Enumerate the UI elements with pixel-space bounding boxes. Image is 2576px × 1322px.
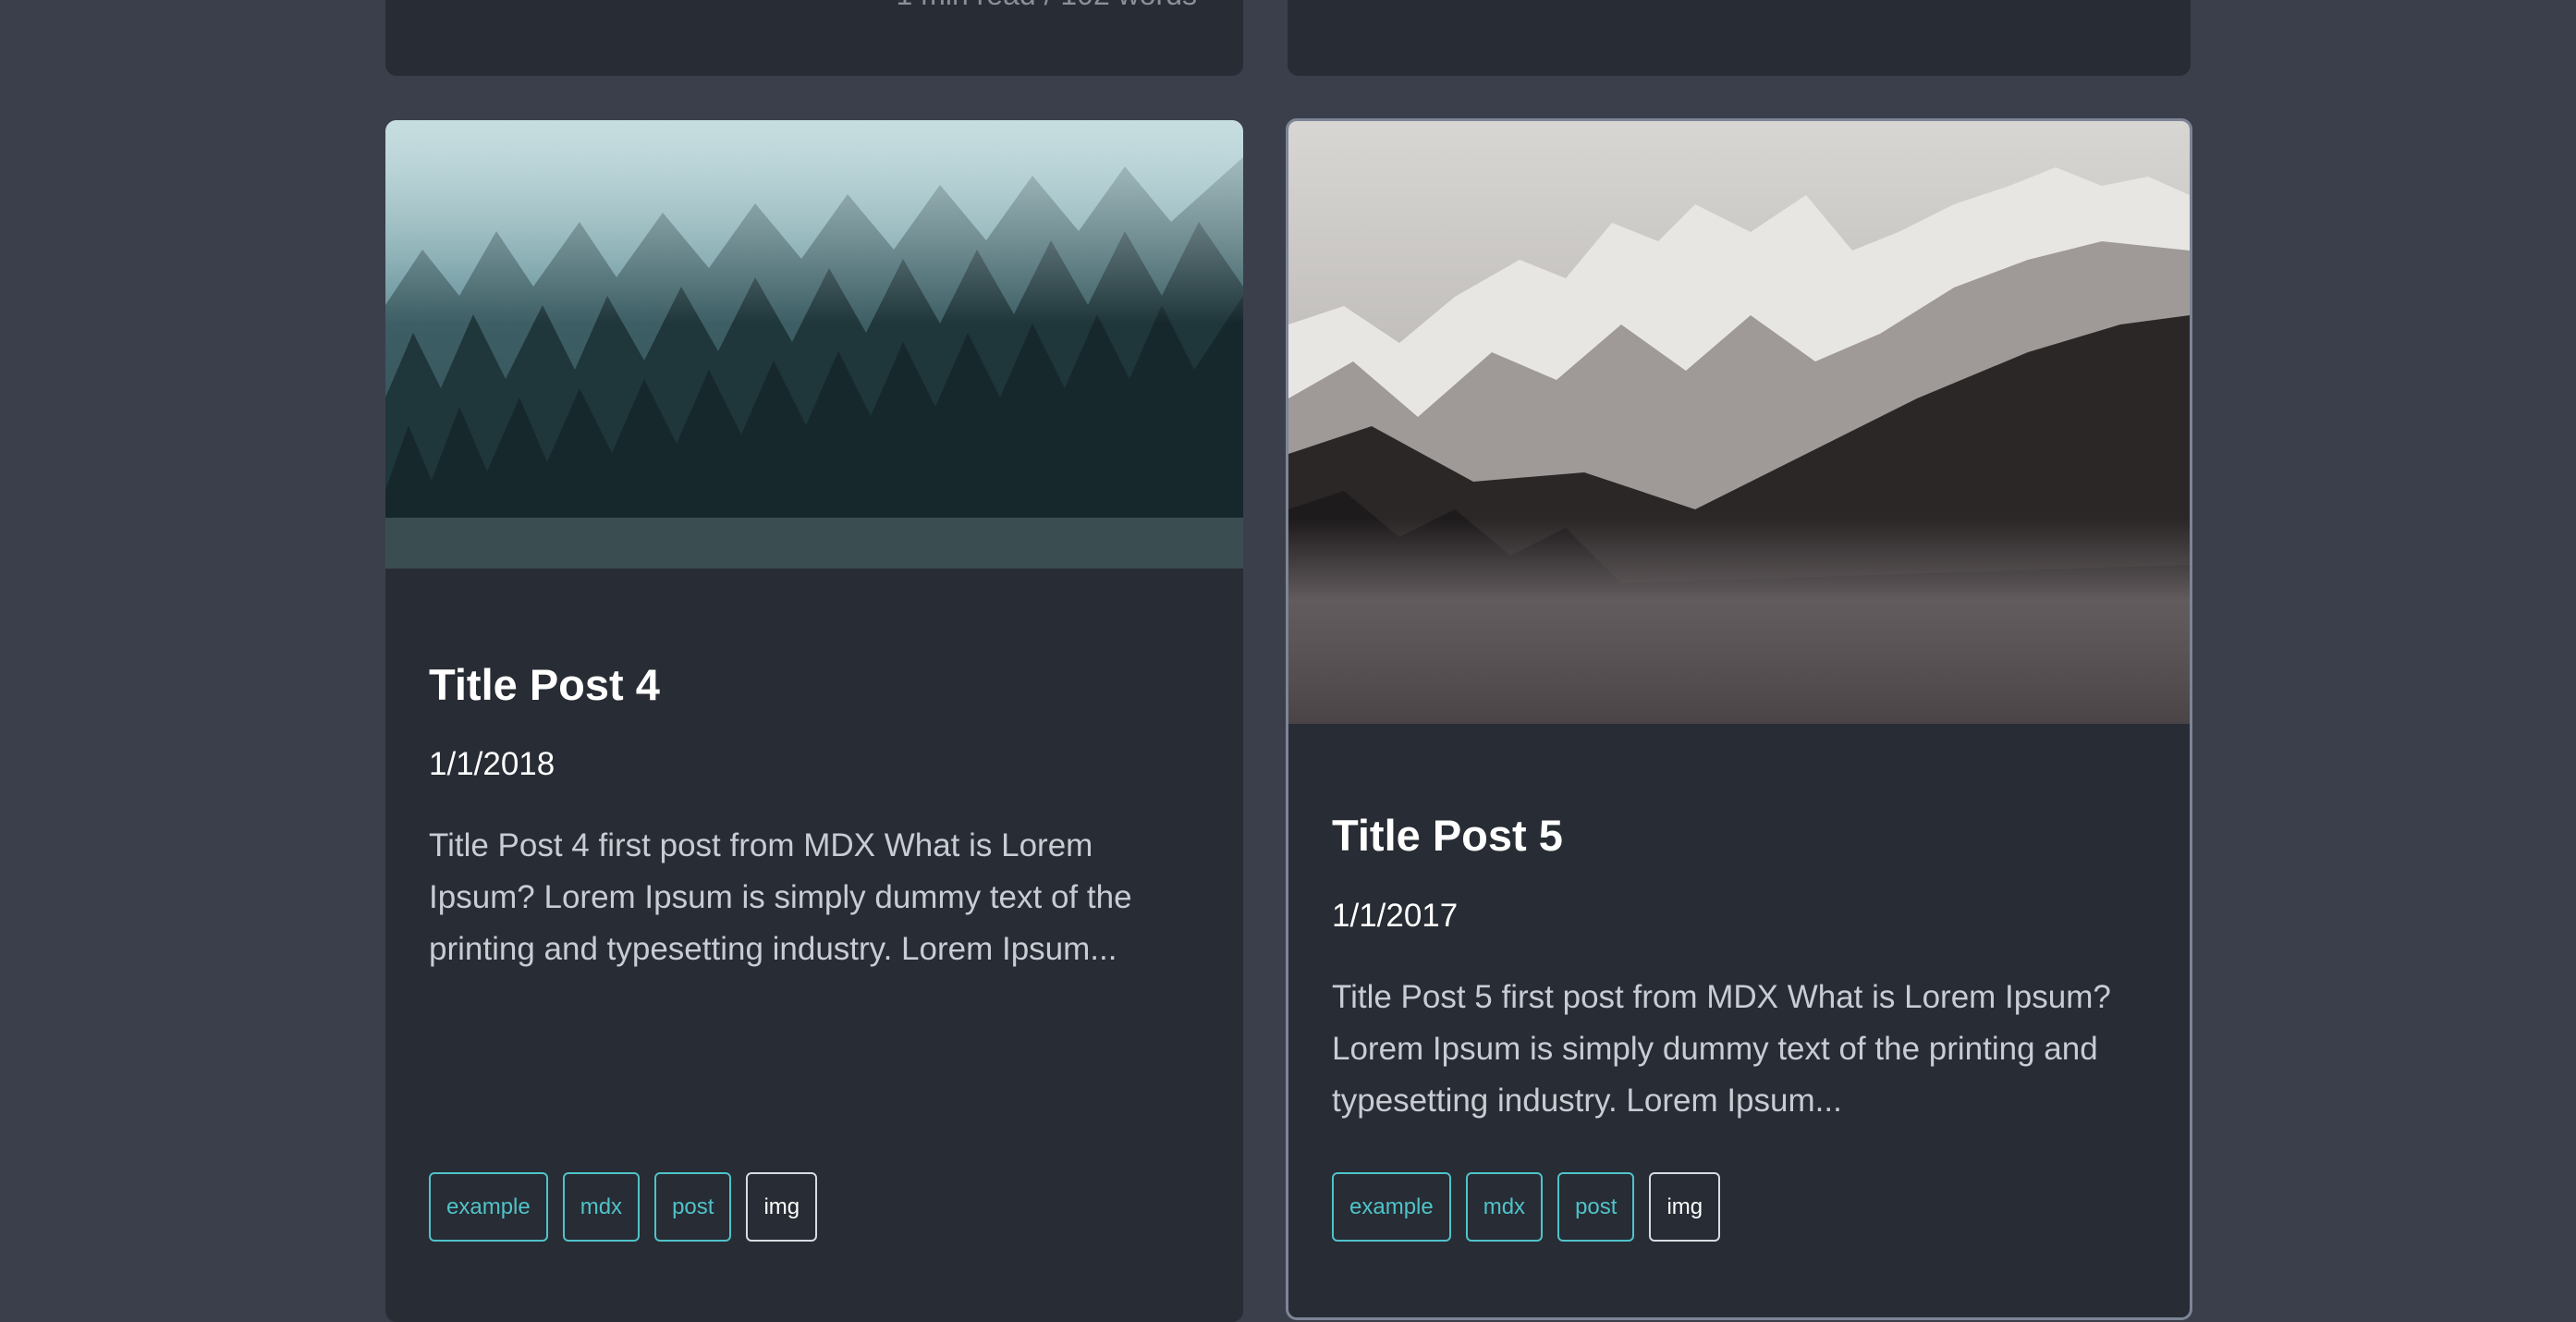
post-title[interactable]: Title Post 5 [1332,810,1563,861]
tag-img[interactable]: img [746,1172,818,1242]
post-title[interactable]: Title Post 4 [429,659,660,710]
post-card-previous-right[interactable] [1288,0,2191,76]
tag-mdx[interactable]: mdx [562,1172,641,1242]
post-card-previous-left[interactable]: 1 min read / 102 words [385,0,1243,76]
post-excerpt: Title Post 4 first post from MDX What is… [429,827,1132,967]
tag-list: example mdx post img [1332,1172,1721,1242]
tag-mdx[interactable]: mdx [1465,1172,1544,1242]
post-date: 1/1/2017 [1332,898,1459,934]
tag-post[interactable]: post [1557,1172,1635,1242]
tag-example[interactable]: example [429,1172,548,1242]
post-cover-image[interactable] [385,120,1243,569]
post-card[interactable]: Title Post 5 1/1/2017 Title Post 5 first… [1286,118,2192,1320]
tag-example[interactable]: example [1332,1172,1451,1242]
post-excerpt: Title Post 5 first post from MDX What is… [1332,979,2111,1119]
tag-list: example mdx post img [429,1172,818,1242]
post-date: 1/1/2018 [429,746,555,782]
reading-time: 1 min read / 102 words [897,0,1198,12]
tag-post[interactable]: post [654,1172,732,1242]
tag-img[interactable]: img [1649,1172,1721,1242]
post-card[interactable]: Title Post 4 1/1/2018 Title Post 4 first… [385,120,1243,1322]
post-cover-image[interactable] [1288,121,2190,724]
